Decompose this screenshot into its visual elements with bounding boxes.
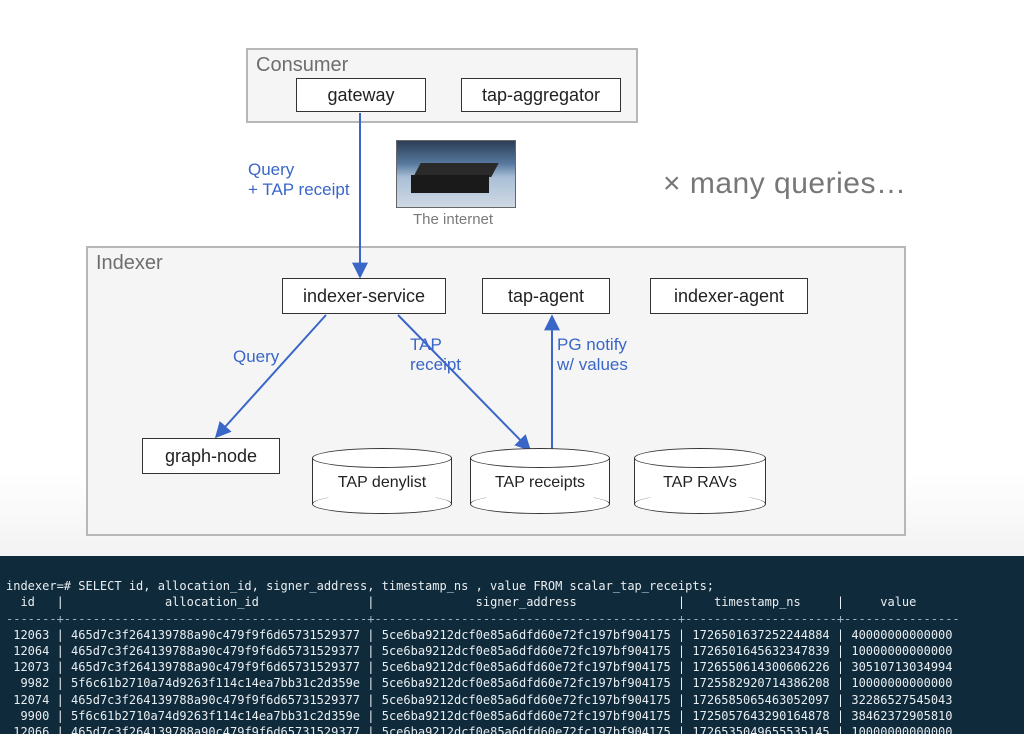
table-row: 9982 | 5f6c61b2710a74d9263f114c14ea7bb31… bbox=[6, 676, 953, 690]
table-row: 12063 | 465d7c3f264139788a90c479f9f6d657… bbox=[6, 628, 953, 642]
tap-receipts-label: TAP receipts bbox=[470, 474, 610, 492]
sql-separator: -------+--------------------------------… bbox=[6, 612, 960, 626]
many-queries-label: × many queries… bbox=[663, 167, 906, 201]
table-row: 12073 | 465d7c3f264139788a90c479f9f6d657… bbox=[6, 660, 953, 674]
gateway-node: gateway bbox=[296, 78, 426, 112]
indexer-service-node: indexer-service bbox=[282, 278, 446, 314]
tap-aggregator-node: tap-aggregator bbox=[461, 78, 621, 112]
label-query-tap-receipt: Query + TAP receipt bbox=[248, 160, 350, 201]
stage: Consumer gateway tap-aggregator The inte… bbox=[0, 0, 1024, 734]
tap-agent-node: tap-agent bbox=[482, 278, 610, 314]
tap-receipts-db: TAP receipts bbox=[470, 448, 610, 514]
tap-denylist-label: TAP denylist bbox=[312, 474, 452, 492]
tap-denylist-db: TAP denylist bbox=[312, 448, 452, 514]
graph-node-node: graph-node bbox=[142, 438, 280, 474]
table-row: 9900 | 5f6c61b2710a74d9263f114c14ea7bb31… bbox=[6, 709, 953, 723]
consumer-group-title: Consumer bbox=[256, 54, 348, 77]
internet-caption: The internet bbox=[413, 211, 493, 228]
sql-header-row: id | allocation_id | signer_address | ti… bbox=[6, 595, 916, 609]
internet-image bbox=[396, 140, 516, 208]
table-row: 12064 | 465d7c3f264139788a90c479f9f6d657… bbox=[6, 644, 953, 658]
label-pg-notify: PG notify w/ values bbox=[557, 335, 628, 376]
table-row: 12074 | 465d7c3f264139788a90c479f9f6d657… bbox=[6, 693, 953, 707]
architecture-diagram: Consumer gateway tap-aggregator The inte… bbox=[0, 0, 1024, 556]
sql-query-line: indexer=# SELECT id, allocation_id, sign… bbox=[6, 579, 714, 593]
indexer-agent-node: indexer-agent bbox=[650, 278, 808, 314]
label-tap-receipt: TAP receipt bbox=[410, 335, 461, 376]
sql-terminal: indexer=# SELECT id, allocation_id, sign… bbox=[0, 556, 1024, 734]
tap-ravs-label: TAP RAVs bbox=[634, 474, 766, 492]
table-row: 12066 | 465d7c3f264139788a90c479f9f6d657… bbox=[6, 725, 953, 734]
tap-ravs-db: TAP RAVs bbox=[634, 448, 766, 514]
indexer-group-title: Indexer bbox=[96, 252, 163, 275]
label-query: Query bbox=[233, 347, 279, 367]
box-icon bbox=[411, 175, 489, 193]
